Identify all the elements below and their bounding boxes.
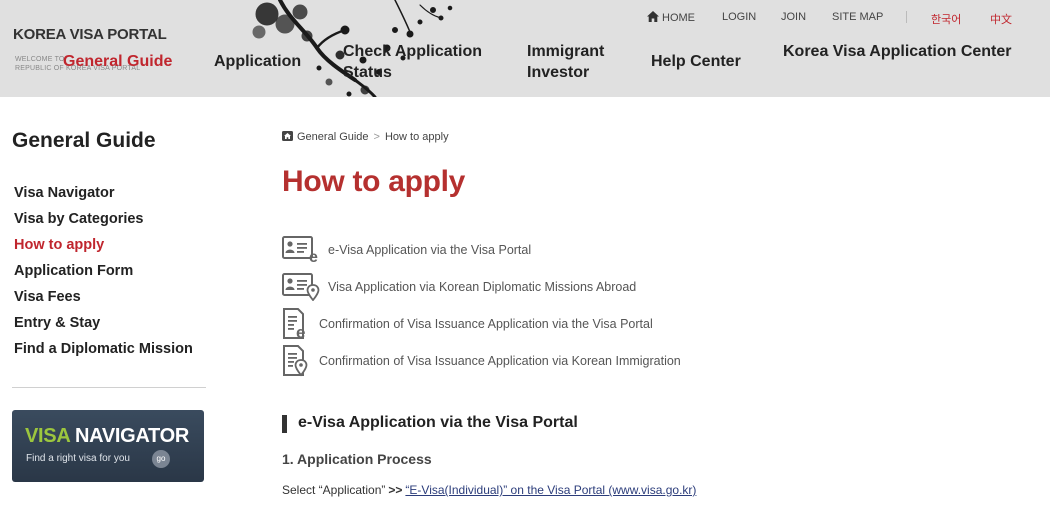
sidebar-item-visa-navigator[interactable]: Visa Navigator [14, 185, 114, 201]
option-evisa-portal[interactable]: e e-Visa Application via the Visa Portal [282, 234, 542, 268]
sidebar-title: General Guide [12, 129, 156, 152]
svg-text:e: e [309, 249, 318, 264]
id-card-location-icon [282, 273, 320, 301]
nav-application[interactable]: Application [214, 51, 301, 72]
site-logo-title[interactable]: KOREA VISA PORTAL [13, 26, 167, 43]
sidebar-divider [12, 387, 206, 388]
option-confirmation-immigration-label: Confirmation of Visa Issuance Applicatio… [319, 354, 681, 368]
sidebar-item-application-form[interactable]: Application Form [14, 263, 133, 279]
process-arrow: >> [388, 483, 403, 497]
evisa-individual-link[interactable]: “E-Visa(Individual)” on the Visa Portal … [405, 483, 696, 497]
option-confirmation-immigration[interactable]: Confirmation of Visa Issuance Applicatio… [282, 345, 702, 379]
sidebar-item-visa-by-categories[interactable]: Visa by Categories [14, 211, 144, 227]
option-confirmation-portal[interactable]: e Confirmation of Visa Issuance Applicat… [282, 308, 672, 342]
util-home-label: HOME [662, 12, 695, 24]
nav-immigrant-investor[interactable]: Immigrant Investor [527, 41, 604, 83]
application-process-text: Select “Application” >> “E-Visa(Individual… [282, 483, 696, 497]
section-title: e-Visa Application via the Visa Portal [298, 414, 578, 431]
nav-check-line2: Status [343, 64, 392, 81]
nav-help-center[interactable]: Help Center [651, 51, 741, 72]
util-login-link[interactable]: LOGIN [722, 11, 756, 23]
util-home-link[interactable]: HOME [647, 11, 695, 24]
lang-chinese-link[interactable]: 中文 [990, 11, 1012, 27]
option-confirmation-portal-label: Confirmation of Visa Issuance Applicatio… [319, 317, 653, 331]
nav-korea-visa-application-center[interactable]: Korea Visa Application Center [783, 41, 1012, 62]
nav-immigrant-line2: Investor [527, 64, 590, 81]
util-sitemap-link[interactable]: SITE MAP [832, 11, 883, 23]
nav-immigrant-line1: Immigrant [527, 43, 605, 60]
process-prefix: Select “Application” [282, 483, 386, 497]
banner-title-navigator: NAVIGATOR [75, 425, 189, 447]
svg-text:e: e [296, 323, 305, 340]
sidebar-item-how-to-apply[interactable]: How to apply [14, 237, 104, 253]
option-diplomatic-missions[interactable]: Visa Application via Korean Diplomatic M… [282, 271, 652, 305]
banner-go-button[interactable]: go [152, 450, 170, 468]
document-location-icon [283, 345, 308, 377]
banner-title-visa: VISA [25, 425, 70, 447]
id-card-e-icon: e [282, 236, 318, 264]
nav-general-guide[interactable]: General Guide [63, 51, 172, 72]
document-e-icon: e [283, 308, 305, 340]
sidebar-item-visa-fees[interactable]: Visa Fees [14, 289, 81, 305]
util-divider [906, 11, 907, 23]
section-heading-bar [282, 415, 287, 433]
breadcrumb-how-to-apply: How to apply [384, 131, 449, 143]
subsection-title: 1. Application Process [282, 451, 432, 467]
visa-navigator-banner[interactable]: VISA NAVIGATOR Find a right visa for you… [12, 410, 204, 482]
banner-title: VISA NAVIGATOR [25, 425, 189, 448]
banner-subtitle: Find a right visa for you [26, 453, 130, 464]
nav-check-application-status[interactable]: Check Application Status [343, 41, 482, 83]
site-header: KOREA VISA PORTAL WELCOME TO REPUBLIC OF… [0, 0, 1050, 97]
lang-korean-link[interactable]: 한국어 [931, 11, 961, 27]
home-icon [647, 11, 659, 22]
breadcrumb-home-icon[interactable] [282, 131, 293, 141]
option-evisa-portal-label: e-Visa Application via the Visa Portal [328, 243, 532, 257]
nav-check-line1: Check Application [343, 43, 482, 60]
sidebar-item-find-diplomatic-mission[interactable]: Find a Diplomatic Mission [14, 341, 193, 357]
breadcrumb: General Guide > How to apply [282, 131, 449, 143]
util-join-link[interactable]: JOIN [781, 11, 806, 23]
sidebar-item-entry-and-stay[interactable]: Entry & Stay [14, 315, 100, 331]
page-title: How to apply [282, 165, 466, 198]
breadcrumb-separator: > [373, 131, 380, 143]
breadcrumb-general-guide[interactable]: General Guide [297, 131, 369, 143]
option-diplomatic-missions-label: Visa Application via Korean Diplomatic M… [328, 280, 637, 294]
